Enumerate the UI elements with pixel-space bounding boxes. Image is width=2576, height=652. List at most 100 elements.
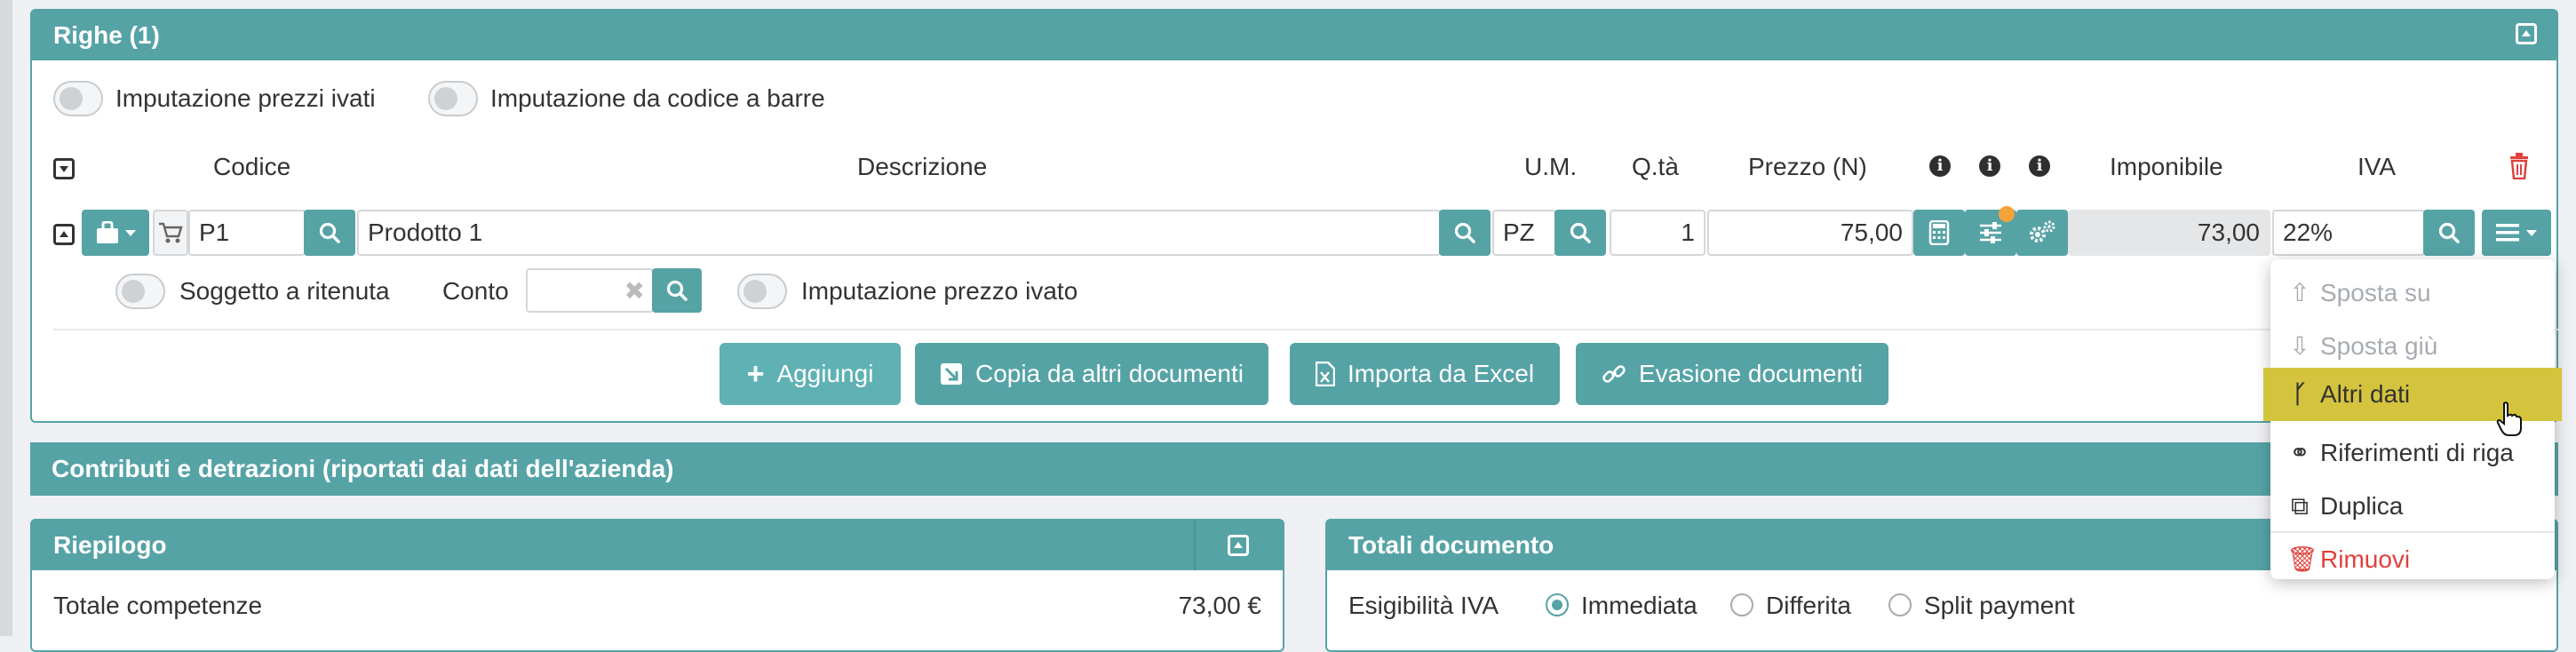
collapse-row-icon[interactable] [53,224,75,245]
collapse-icon[interactable] [1228,535,1249,556]
arrow-down-circle-icon: ⇩ [2289,332,2310,360]
radio-differita-label: Differita [1766,592,1851,619]
totali-title: Totali documento [1348,531,1554,559]
search-icon [666,280,688,301]
link-icon: ⚭ [2289,439,2310,466]
search-icon [1570,222,1591,243]
totale-competenze-value: 73,00 € [1178,592,1261,619]
toggle-prezzi-ivati[interactable] [53,81,103,116]
trash-icon: 🗑 [2286,545,2318,573]
codice-search-button[interactable] [304,210,355,256]
radio-immediata[interactable] [1546,593,1569,616]
hamburger-icon [2496,224,2519,242]
menu-item-sposta-giu[interactable]: ⇩ Sposta giù [2270,322,2555,371]
info-icon[interactable]: i [1929,155,1951,177]
window-left-edge [0,0,12,636]
um-input[interactable]: PZ [1492,210,1556,256]
col-codice: Codice [213,153,291,180]
row-menu-button[interactable] [2482,210,2551,256]
cart-icon[interactable] [153,210,188,256]
aggiungi-button[interactable]: + Aggiungi [720,343,901,405]
um-search-button[interactable] [1554,210,1606,256]
imponibile-value: 73,00 [2068,210,2270,256]
hand-cursor-icon [2496,402,2523,437]
divider [53,329,2558,330]
toggle-prezzo-ivato[interactable] [737,274,787,309]
clear-icon[interactable]: ✖ [624,270,645,311]
prezzo-ivato-label: Imputazione prezzo ivato [801,277,1078,305]
evasione-label: Evasione documenti [1638,360,1864,387]
toggle-codice-barre[interactable] [428,81,478,116]
descrizione-search-button[interactable] [1439,210,1491,256]
link-icon [1602,365,1626,383]
copia-label: Copia da altri documenti [975,360,1244,387]
menu-item-sposta-su[interactable]: ⇧ Sposta su [2270,268,2555,318]
toggle-codice-barre-label: Imputazione da codice a barre [490,84,825,112]
toggle-prezzi-ivati-label: Imputazione prezzi ivati [115,84,376,112]
riepilogo-header: Riepilogo [32,521,1283,570]
collapse-icon[interactable] [2516,23,2537,44]
chevron-down-icon [125,229,136,236]
importa-button[interactable]: Importa da Excel [1290,343,1560,405]
settings-button[interactable] [2016,210,2068,256]
codice-input[interactable]: P1 [188,210,306,256]
gears-icon [2030,220,2055,243]
conto-label: Conto [442,277,509,305]
copy-icon [941,363,963,385]
contributi-panel[interactable]: Contributi e detrazioni (riportati dai d… [30,442,2558,496]
conto-search-button[interactable] [652,268,702,313]
search-icon [1454,222,1475,243]
toggle-ritenuta[interactable] [115,274,165,309]
contributi-title: Contributi e detrazioni (riportati dai d… [52,455,674,482]
radio-differita[interactable] [1730,593,1753,616]
iva-input[interactable]: 22% [2272,210,2425,256]
iva-search-button[interactable] [2423,210,2475,256]
chevron-down-icon [2526,229,2537,236]
radio-split-payment-label: Split payment [1924,592,2075,619]
col-iva: IVA [2357,153,2397,180]
menu-item-rimuovi[interactable]: 🗑 Rimuovi [2270,535,2555,584]
excel-file-icon [1315,362,1335,386]
riepilogo-title: Riepilogo [53,531,167,559]
duplicate-icon: ⧉ [2291,492,2309,520]
notification-dot [1999,206,2015,222]
evasione-button[interactable]: Evasione documenti [1576,343,1888,405]
plus-icon: + [746,357,765,391]
sliders-icon [1980,222,2001,243]
info-icon[interactable]: i [2029,155,2050,177]
conto-input[interactable]: ✖ [526,268,654,313]
col-imponibile: Imponibile [2110,153,2223,180]
qta-input[interactable]: 1 [1610,210,1705,256]
expand-all-icon[interactable] [53,158,75,179]
descrizione-input[interactable]: Prodotto 1 [357,210,1441,256]
radio-immediata-label: Immediata [1581,592,1697,619]
totale-competenze-label: Totale competenze [53,592,263,619]
menu-item-duplica[interactable]: ⧉ Duplica [2270,481,2555,531]
calculator-button[interactable] [1913,210,1965,256]
righe-header: Righe (1) [32,11,2556,60]
esigibilita-label: Esigibilità IVA [1348,592,1499,619]
radio-split-payment[interactable] [1888,593,1912,616]
riepilogo-panel: Riepilogo Totale competenze 73,00 € [30,519,1284,652]
info-icon[interactable]: i [1979,155,2000,177]
search-icon [319,222,340,243]
search-icon [2438,222,2460,243]
importa-label: Importa da Excel [1347,360,1535,387]
branch-icon: ᚴ [2292,380,2308,408]
col-qta: Q.tà [1632,153,1679,180]
prezzo-input[interactable]: 75,00 [1707,210,1913,256]
contributi-header[interactable]: Contributi e detrazioni (riportati dai d… [30,442,2558,496]
calculator-icon [1928,220,1950,245]
arrow-up-circle-icon: ⇧ [2289,279,2310,306]
col-descrizione: Descrizione [857,153,988,180]
ritenuta-label: Soggetto a ritenuta [179,277,390,305]
copia-button[interactable]: Copia da altri documenti [915,343,1268,405]
col-prezzo: Prezzo (N) [1748,153,1867,180]
bag-icon [97,221,118,243]
product-type-button[interactable] [82,210,149,256]
menu-divider [2270,531,2555,533]
aggiungi-label: Aggiungi [776,360,874,387]
col-um: U.M. [1524,153,1578,180]
header-divider [1194,521,1196,570]
delete-all-icon[interactable] [2508,153,2530,180]
